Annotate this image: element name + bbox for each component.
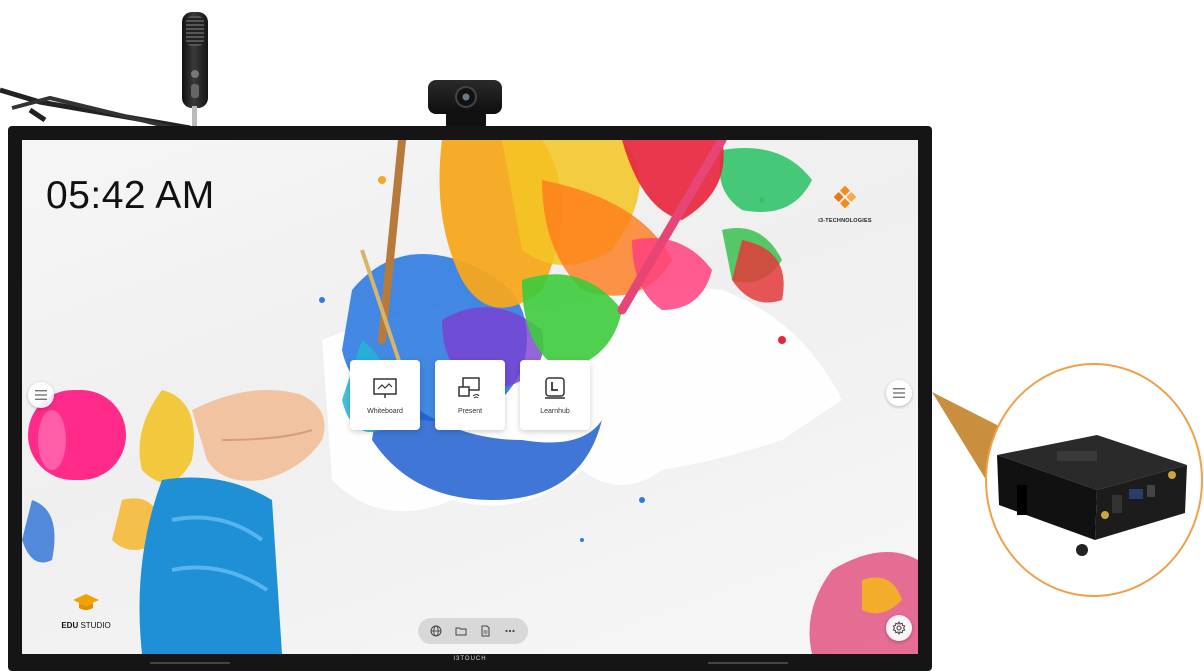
gear-icon bbox=[892, 621, 906, 635]
app-tile-present[interactable]: Present bbox=[435, 360, 505, 430]
dock-documents-button[interactable] bbox=[478, 624, 492, 638]
folder-icon bbox=[455, 627, 467, 636]
learnhub-icon bbox=[545, 376, 565, 399]
i3-diamond-icon bbox=[833, 185, 857, 209]
ops-pc-callout bbox=[985, 363, 1203, 597]
bottom-dock bbox=[418, 618, 528, 644]
home-screen: 05:42 AM i3-TECHNOLOGIES Whiteboard Pres… bbox=[22, 140, 918, 654]
left-menu-button[interactable] bbox=[28, 382, 54, 408]
more-icon bbox=[505, 629, 515, 633]
present-icon bbox=[458, 376, 480, 398]
microphone bbox=[182, 12, 208, 108]
dock-browser-button[interactable] bbox=[429, 624, 443, 638]
ops-pc-module bbox=[997, 435, 1187, 556]
webcam bbox=[428, 80, 502, 114]
dock-more-button[interactable] bbox=[503, 624, 517, 638]
mic-mount bbox=[192, 106, 197, 128]
bezel-brand-label: I3TOUCH bbox=[453, 656, 487, 662]
settings-button[interactable] bbox=[886, 615, 912, 641]
edu-studio-logo[interactable]: EDU STUDIO bbox=[56, 592, 116, 630]
graduation-cap-icon bbox=[73, 594, 99, 610]
globe-icon bbox=[430, 625, 442, 637]
clock-time: 05:42 AM bbox=[46, 174, 215, 217]
i3-brand-logo: i3-TECHNOLOGIES bbox=[812, 184, 878, 224]
hamburger-icon bbox=[35, 390, 47, 400]
whiteboard-icon bbox=[373, 377, 397, 398]
dock-files-button[interactable] bbox=[454, 624, 468, 638]
document-icon bbox=[481, 625, 490, 637]
bezel-speaker-left bbox=[150, 662, 230, 664]
app-tile-learnhub[interactable]: Learnhub bbox=[520, 360, 590, 430]
hamburger-icon bbox=[893, 388, 905, 398]
bezel-speaker-right bbox=[708, 662, 788, 664]
right-menu-button[interactable] bbox=[886, 380, 912, 406]
app-launcher: Whiteboard Present Learnhub bbox=[350, 360, 590, 430]
app-tile-whiteboard[interactable]: Whiteboard bbox=[350, 360, 420, 430]
